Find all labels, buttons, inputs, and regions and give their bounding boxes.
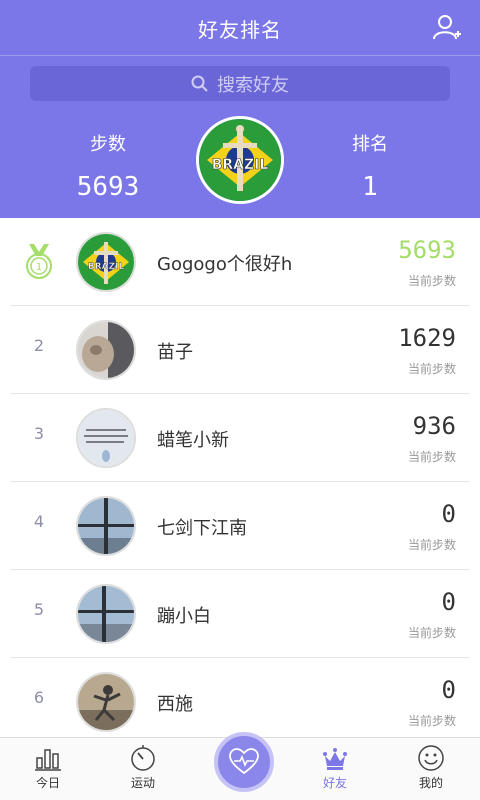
list-item[interactable]: 5 蹦小白 0 当前步数 bbox=[10, 569, 470, 657]
rank-number: 2 bbox=[33, 336, 45, 355]
avatar[interactable] bbox=[76, 408, 136, 468]
header: 好友排名 搜索好友 步数 5693 BRAZIL 排名 1 bbox=[0, 0, 480, 218]
friend-steps: 936 bbox=[412, 412, 456, 440]
brazil-avatar-image: BRAZIL bbox=[78, 234, 134, 290]
svg-text:BRAZIL: BRAZIL bbox=[88, 262, 125, 272]
friend-steps: 0 bbox=[441, 500, 456, 528]
avatar[interactable] bbox=[76, 320, 136, 380]
rank-number: 6 bbox=[33, 688, 45, 707]
steps-caption: 当前步数 bbox=[407, 538, 456, 552]
center-action-button[interactable] bbox=[214, 732, 274, 792]
friend-name: 西施 bbox=[157, 694, 193, 715]
rank-value: 1 bbox=[362, 172, 378, 202]
tab-sport[interactable]: 运动 bbox=[108, 744, 178, 791]
dancer-avatar-image bbox=[78, 674, 134, 730]
tab-friends[interactable]: 好友 bbox=[300, 744, 370, 791]
search-icon bbox=[191, 75, 208, 92]
avatar[interactable] bbox=[76, 672, 136, 732]
medal-icon: 1 bbox=[26, 244, 52, 279]
friend-ranking-list: 1 BRAZIL Gogogo个很好h 5693 当前步数 2 苗子 1629 … bbox=[0, 218, 480, 745]
cat-avatar-image bbox=[78, 322, 134, 378]
list-item[interactable]: 2 苗子 1629 当前步数 bbox=[10, 305, 470, 393]
tab-sport-label: 运动 bbox=[130, 776, 155, 790]
brazil-avatar-image: BRAZIL bbox=[199, 119, 281, 201]
window-avatar-image bbox=[78, 586, 134, 642]
search-bar[interactable]: 搜索好友 bbox=[30, 66, 450, 101]
rank-number: 5 bbox=[33, 600, 45, 619]
friend-steps: 5693 bbox=[398, 236, 456, 264]
tab-me[interactable]: 我的 bbox=[396, 744, 466, 791]
tab-today-label: 今日 bbox=[35, 776, 60, 790]
avatar[interactable] bbox=[76, 584, 136, 644]
rank-label: 排名 bbox=[352, 134, 388, 155]
bar-chart-icon bbox=[35, 749, 61, 771]
rank-number: 4 bbox=[33, 512, 45, 531]
smile-icon bbox=[418, 745, 444, 771]
friend-steps: 0 bbox=[441, 588, 456, 616]
timer-icon bbox=[131, 745, 155, 771]
rank-number: 3 bbox=[33, 424, 45, 443]
tab-friends-label: 好友 bbox=[322, 776, 347, 790]
steps-label: 步数 bbox=[90, 134, 126, 155]
steps-caption: 当前步数 bbox=[407, 274, 456, 288]
crown-icon bbox=[323, 748, 347, 770]
user-avatar[interactable]: BRAZIL bbox=[196, 116, 284, 204]
friend-name: 苗子 bbox=[157, 342, 193, 363]
window-avatar-image bbox=[78, 498, 134, 554]
steps-value: 5693 bbox=[76, 172, 140, 202]
steps-caption: 当前步数 bbox=[407, 714, 456, 728]
list-item[interactable]: 1 BRAZIL Gogogo个很好h 5693 当前步数 bbox=[0, 218, 480, 305]
avatar[interactable] bbox=[76, 496, 136, 556]
avatar[interactable]: BRAZIL bbox=[76, 232, 136, 292]
steps-caption: 当前步数 bbox=[407, 626, 456, 640]
friend-name: 蹦小白 bbox=[157, 606, 211, 627]
page-title: 好友排名 bbox=[198, 18, 282, 42]
svg-text:1: 1 bbox=[36, 262, 42, 273]
rank-stat: 排名 1 bbox=[300, 130, 440, 202]
friend-name: 七剑下江南 bbox=[157, 518, 247, 539]
handwriting-avatar-image bbox=[78, 410, 134, 466]
tab-today[interactable]: 今日 bbox=[13, 744, 83, 791]
friend-name: Gogogo个很好h bbox=[157, 254, 293, 275]
steps-stat: 步数 5693 bbox=[38, 130, 178, 202]
search-placeholder: 搜索好友 bbox=[217, 74, 289, 96]
list-item[interactable]: 3 蜡笔小新 936 当前步数 bbox=[10, 393, 470, 481]
friend-name: 蜡笔小新 bbox=[157, 430, 229, 451]
divider bbox=[0, 55, 480, 56]
tab-bar: 今日 运动 好友 我的 bbox=[0, 732, 480, 800]
steps-caption: 当前步数 bbox=[407, 450, 456, 464]
friend-steps: 0 bbox=[441, 676, 456, 704]
steps-caption: 当前步数 bbox=[407, 362, 456, 376]
tab-me-label: 我的 bbox=[418, 776, 443, 790]
friend-steps: 1629 bbox=[398, 324, 456, 352]
heart-pulse-icon bbox=[229, 748, 259, 775]
add-friend-icon[interactable] bbox=[432, 12, 462, 42]
list-item[interactable]: 4 七剑下江南 0 当前步数 bbox=[10, 481, 470, 569]
brazil-text: BRAZIL bbox=[212, 157, 269, 173]
